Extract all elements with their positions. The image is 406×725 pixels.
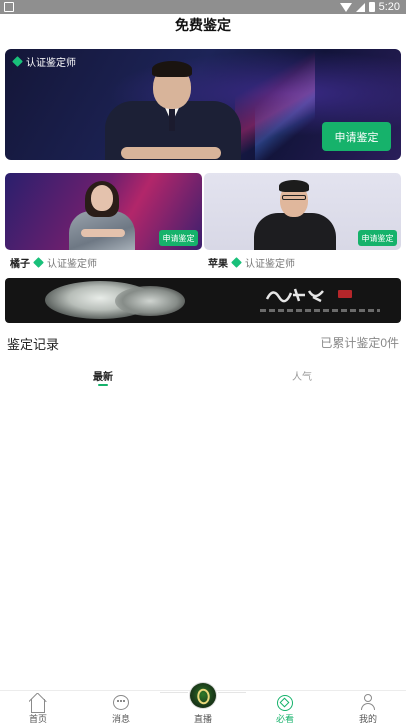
appraiser-label-orange: 橘子 认证鉴定师 xyxy=(10,255,97,270)
wifi-icon xyxy=(339,2,352,12)
must-watch-icon xyxy=(277,694,293,711)
apply-appraisal-button[interactable]: 申请鉴定 xyxy=(358,230,397,246)
nav-must-watch[interactable]: 必看 xyxy=(255,690,315,725)
tab-popular[interactable]: 人气 xyxy=(292,368,312,383)
certified-label: 认证鉴定师 xyxy=(47,259,97,270)
nav-label: 首页 xyxy=(28,714,47,724)
certified-label: 认证鉴定师 xyxy=(26,58,76,69)
appraiser-photo xyxy=(63,177,143,250)
app-screen: 5:20 免费鉴定 认证鉴定师 申请鉴定 申请鉴定 橘子 认证鉴定师 申请鉴定 … xyxy=(0,0,406,725)
home-icon xyxy=(30,694,46,713)
diamond-icon xyxy=(33,257,44,268)
message-icon xyxy=(113,694,129,710)
nav-home[interactable]: 首页 xyxy=(8,690,68,725)
promo-banner[interactable] xyxy=(5,278,401,323)
battery-icon xyxy=(368,2,375,12)
page-title: 免费鉴定 xyxy=(175,17,231,33)
banner-subtitle-strip xyxy=(260,309,380,312)
calligraphy-logo xyxy=(265,288,324,303)
seal-stamp xyxy=(338,290,352,298)
appraiser-card-orange[interactable]: 申请鉴定 xyxy=(5,173,202,250)
appraiser-card-apple[interactable]: 申请鉴定 xyxy=(204,173,401,250)
title-bar: 免费鉴定 xyxy=(0,14,406,36)
diamond-icon xyxy=(231,257,242,268)
appraiser-name: 橘子 xyxy=(10,259,30,270)
nav-label: 直播 xyxy=(193,714,212,724)
nav-live[interactable]: 直播 xyxy=(173,682,233,725)
signal-icon xyxy=(355,2,365,12)
profile-icon xyxy=(360,694,376,710)
nav-messages[interactable]: 消息 xyxy=(91,690,151,725)
status-bar: 5:20 xyxy=(0,0,406,14)
live-icon xyxy=(189,682,217,709)
notification-icon xyxy=(4,2,14,12)
apply-appraisal-button[interactable]: 申请鉴定 xyxy=(159,230,198,246)
appraiser-photo xyxy=(250,177,340,250)
nav-label: 必看 xyxy=(275,714,294,724)
nav-label: 我的 xyxy=(358,714,377,724)
status-indicators: 5:20 xyxy=(339,0,400,14)
diamond-icon xyxy=(12,56,23,67)
records-count: 已累计鉴定0件 xyxy=(320,336,399,350)
certified-label: 认证鉴定师 xyxy=(245,259,295,270)
nav-profile[interactable]: 我的 xyxy=(338,690,398,725)
hero-light-streak xyxy=(255,49,315,160)
nav-label: 消息 xyxy=(111,714,130,724)
appraiser-name: 苹果 xyxy=(208,259,228,270)
jade-image xyxy=(115,286,185,316)
certified-badge: 认证鉴定师 xyxy=(12,54,76,69)
records-title: 鉴定记录 xyxy=(7,337,60,352)
appraiser-photo xyxy=(103,55,243,160)
tab-latest[interactable]: 最新 xyxy=(93,368,113,383)
featured-appraiser-card[interactable]: 认证鉴定师 申请鉴定 xyxy=(5,49,401,160)
appraiser-label-apple: 苹果 认证鉴定师 xyxy=(208,255,295,270)
tab-active-indicator xyxy=(98,384,108,386)
status-time: 5:20 xyxy=(378,1,400,13)
apply-appraisal-button[interactable]: 申请鉴定 xyxy=(322,122,391,151)
